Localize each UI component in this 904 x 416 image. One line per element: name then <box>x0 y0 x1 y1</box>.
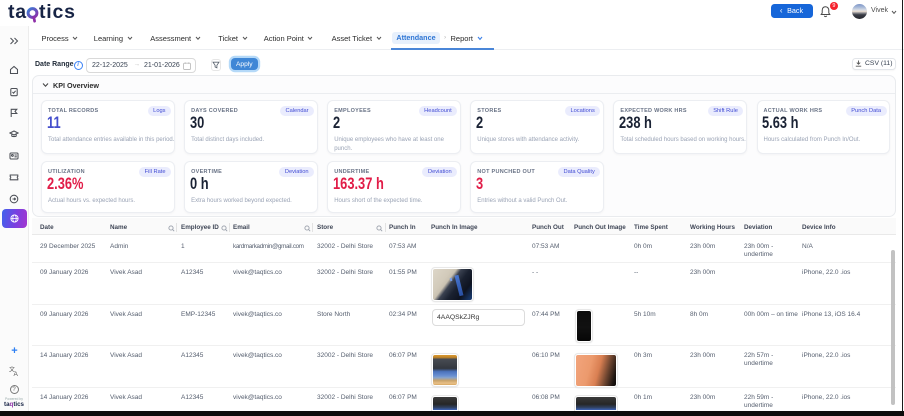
svg-text:A: A <box>14 371 19 377</box>
